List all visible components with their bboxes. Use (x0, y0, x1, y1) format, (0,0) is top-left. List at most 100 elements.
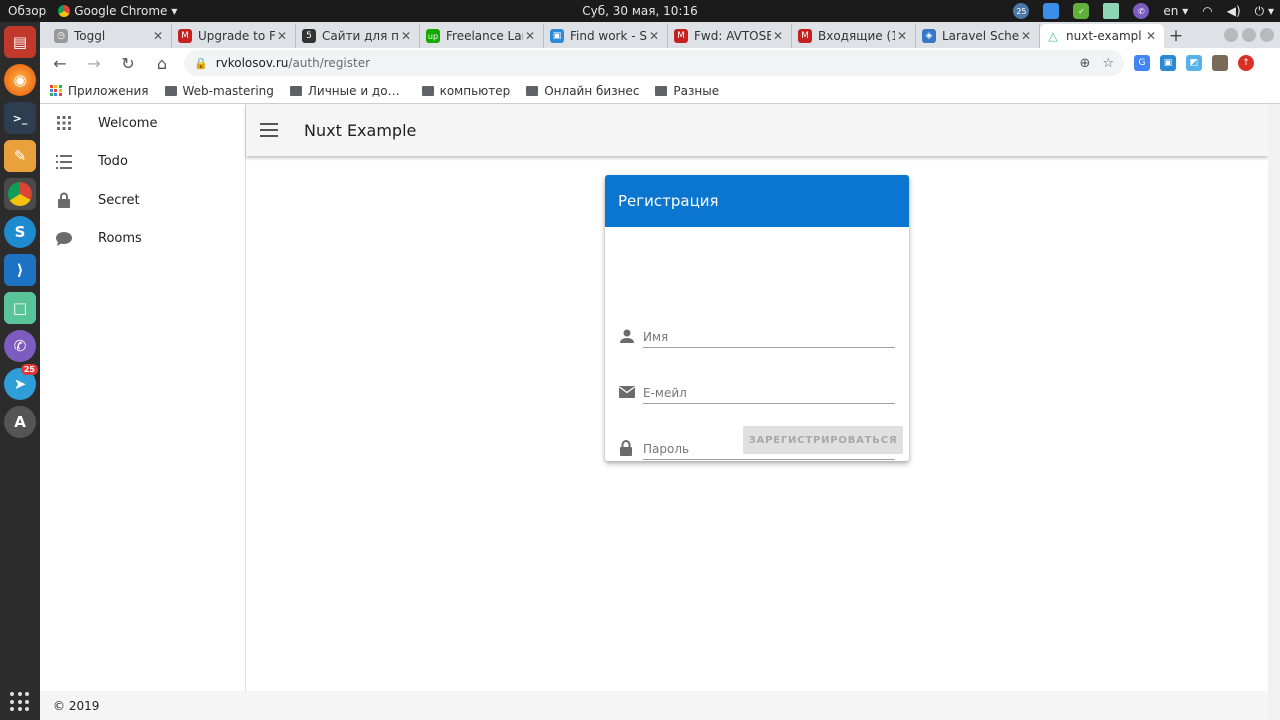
close-tab-icon[interactable]: ✕ (647, 29, 661, 43)
gmail-icon: M (178, 29, 192, 43)
email-field (619, 378, 895, 404)
page-scrollbar[interactable] (1268, 104, 1280, 720)
avatar[interactable] (1212, 55, 1228, 71)
name-input[interactable] (643, 326, 895, 348)
url-host: rvkolosov.ru (215, 56, 289, 70)
hamburger-menu-icon[interactable] (260, 123, 278, 137)
bookmark-folder[interactable]: Онлайн бизнес (526, 84, 639, 98)
caret-down-icon: ▾ (171, 4, 178, 18)
browser-toolbar: ← → ↻ ⌂ 🔒 rvkolosov.ru/auth/register ⊕ ☆… (40, 48, 1280, 78)
bookmark-folder[interactable]: Web-mastering (164, 84, 274, 98)
sidebar-item-todo[interactable]: Todo (40, 143, 245, 182)
lock-icon (619, 440, 635, 456)
software-dock-icon[interactable]: A (4, 406, 36, 438)
bookmark-apps[interactable]: Приложения (50, 84, 149, 98)
skype-dock-icon[interactable]: S (4, 216, 36, 248)
close-window-button[interactable] (1260, 28, 1274, 42)
close-tab-icon[interactable]: ✕ (151, 29, 165, 43)
text-editor-dock-icon[interactable]: ✎ (4, 140, 36, 172)
folder-icon (526, 85, 539, 96)
laravel-schema-icon: ◈ (922, 29, 936, 43)
show-applications-icon[interactable] (10, 692, 30, 712)
sidebar-item-secret[interactable]: Secret (40, 181, 245, 220)
close-tab-icon[interactable]: ✕ (771, 29, 785, 43)
gmail-icon: M (798, 29, 812, 43)
system-top-panel: Обзор Google Chrome ▾ Суб, 30 мая, 10:16… (0, 0, 1280, 22)
web-page: Welcome Todo Secret Rooms Nuxt Example Р… (40, 104, 1280, 720)
wifi-icon[interactable]: ◠ (1202, 4, 1212, 18)
check-tray-icon[interactable]: ✓ (1073, 3, 1090, 19)
forward-arrow-icon[interactable]: → (82, 51, 106, 75)
close-tab-icon[interactable]: ✕ (1019, 29, 1033, 43)
power-icon[interactable]: ⏻ ▾ (1255, 4, 1274, 19)
close-tab-icon[interactable]: ✕ (399, 29, 413, 43)
volume-icon[interactable]: ◀) (1227, 4, 1241, 18)
update-alert-icon[interactable]: ↑ (1238, 55, 1254, 71)
bookmark-star-icon[interactable]: ☆ (1102, 56, 1114, 71)
close-tab-icon[interactable]: ✕ (523, 29, 537, 43)
app-menu-label: Google Chrome (74, 4, 168, 18)
terminal-dock-icon[interactable]: >_ (4, 102, 36, 134)
extension-icon[interactable]: ▣ (1160, 55, 1176, 71)
footer: © 2019 (40, 691, 1268, 720)
chrome-logo-icon (8, 182, 32, 206)
site-favicon-icon: 5 (302, 29, 316, 43)
tab-gmail-fwd[interactable]: M Fwd: AVTOSE ✕ (668, 24, 792, 48)
maximize-window-button[interactable] (1242, 28, 1256, 42)
new-tab-button[interactable]: + (1164, 24, 1188, 48)
reload-icon[interactable]: ↻ (116, 51, 140, 75)
minimize-window-button[interactable] (1224, 28, 1238, 42)
dock: ▤ ◉ >_ ✎ S ⟩ □ ✆ ➤ 25 A (0, 22, 40, 720)
tab-sites[interactable]: 5 Сайти для пе ✕ (296, 24, 420, 48)
window-controls (1224, 28, 1274, 42)
bookmark-folder[interactable]: Личные и до… (289, 84, 400, 98)
tab-toggl[interactable]: ◷ Toggl ✕ (48, 24, 172, 48)
extension-icon[interactable]: ◩ (1186, 55, 1202, 71)
sidebar-item-label: Secret (98, 192, 140, 208)
tab-upwork-freelance[interactable]: up Freelance Lar ✕ (420, 24, 544, 48)
telegram-badge-icon[interactable]: 25 (1013, 3, 1030, 19)
url-path: /auth/register (288, 56, 371, 70)
firefox-dock-icon[interactable]: ◉ (4, 64, 36, 96)
app-menu-button[interactable]: Google Chrome ▾ (58, 4, 177, 18)
tab-nuxt-example[interactable]: △ nuxt-exampl ✕ (1040, 24, 1164, 48)
bookmark-folder[interactable]: Разные (655, 84, 719, 98)
add-icon[interactable]: ⊕ (1079, 56, 1090, 71)
back-arrow-icon[interactable]: ← (48, 51, 72, 75)
clipboard-tray-icon[interactable] (1103, 3, 1120, 19)
register-button[interactable]: ЗАРЕГИСТРИРОВАТЬСЯ (743, 426, 903, 454)
tab-find-work[interactable]: ▣ Find work - Se ✕ (544, 24, 668, 48)
find-work-icon: ▣ (550, 29, 564, 43)
viber-tray-icon[interactable]: ✆ (1133, 3, 1150, 19)
viber-dock-icon[interactable]: ✆ (4, 330, 36, 362)
address-bar[interactable]: 🔒 rvkolosov.ru/auth/register ⊕ ☆ (184, 50, 1124, 76)
sidebar-item-welcome[interactable]: Welcome (40, 104, 245, 143)
sidebar-item-label: Welcome (98, 115, 158, 131)
toggl-icon: ◷ (54, 29, 68, 43)
notes-dock-icon[interactable]: □ (4, 292, 36, 324)
activities-button[interactable]: Обзор (8, 4, 46, 18)
app-toolbar: Nuxt Example (246, 104, 1268, 156)
navigation-drawer: Welcome Todo Secret Rooms (40, 104, 246, 691)
lock-icon (56, 192, 72, 209)
chrome-dock-icon[interactable] (4, 178, 36, 210)
vscode-dock-icon[interactable]: ⟩ (4, 254, 36, 286)
tab-strip: ◷ Toggl ✕ M Upgrade to Fr ✕ 5 Сайти для пе ✕ u… (40, 22, 1280, 48)
folder-icon (421, 85, 434, 96)
home-icon[interactable]: ⌂ (150, 51, 174, 75)
close-tab-icon[interactable]: ✕ (275, 29, 289, 43)
tab-laravel-schema[interactable]: ◈Laravel Schem✕ (916, 24, 1040, 48)
person-icon (619, 328, 635, 344)
calendar-tray-icon[interactable] (1043, 3, 1060, 19)
sidebar-item-rooms[interactable]: Rooms (40, 220, 245, 259)
bookmark-folder[interactable]: компьютер (421, 84, 510, 98)
telegram-dock-icon[interactable]: ➤ 25 (4, 364, 38, 400)
language-indicator[interactable]: en ▾ (1163, 4, 1188, 18)
files-dock-icon[interactable]: ▤ (4, 26, 36, 58)
close-tab-icon[interactable]: ✕ (1144, 29, 1158, 43)
tab-gmail-upgrade[interactable]: M Upgrade to Fr ✕ (172, 24, 296, 48)
tab-gmail-inbox[interactable]: M Входящие (1 ✕ (792, 24, 916, 48)
translate-extension-icon[interactable]: G (1134, 55, 1150, 71)
close-tab-icon[interactable]: ✕ (895, 29, 909, 43)
email-input[interactable] (643, 382, 895, 404)
